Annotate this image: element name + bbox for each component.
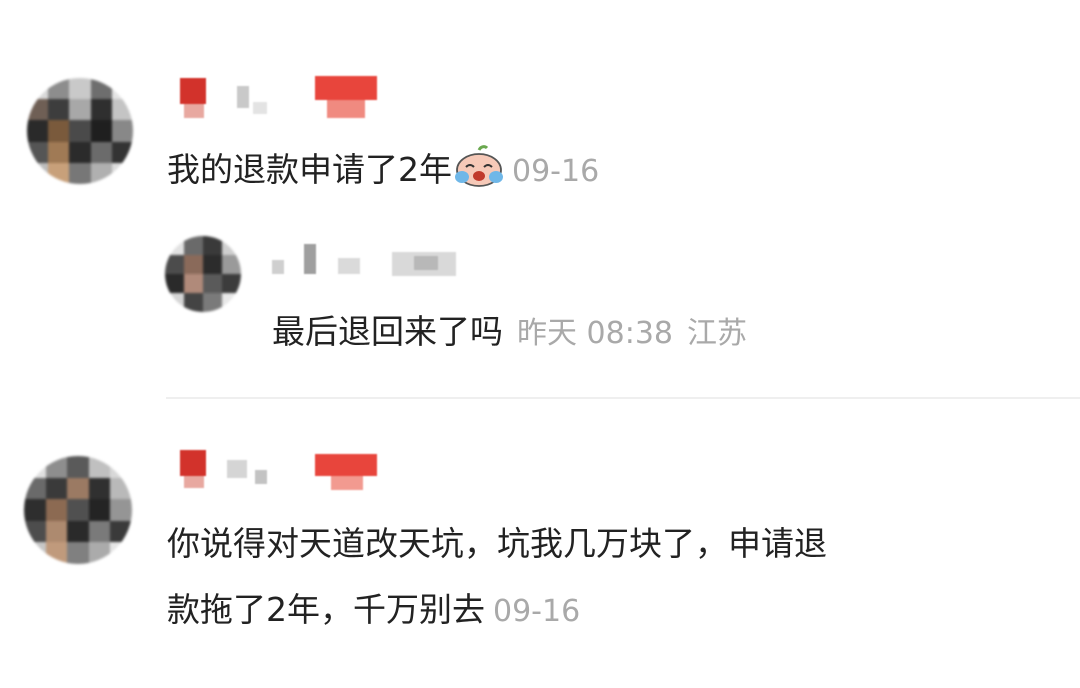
comment-2-date: 09-16 — [493, 594, 581, 629]
replier-name-redacted[interactable] — [268, 244, 468, 288]
commenter-2-avatar[interactable] — [24, 456, 132, 564]
commenter-1-name-redacted[interactable] — [175, 76, 385, 120]
crying-face-emoji-icon — [455, 145, 503, 187]
comment-1-body: 我的退款申请了2年 09-16 — [167, 140, 599, 202]
comment-divider — [166, 397, 1080, 399]
commenter-2-name-redacted[interactable] — [175, 448, 385, 492]
comment-2-line-2: 款拖了2年，千万别去 — [167, 590, 485, 629]
reply-location: 江苏 — [687, 316, 747, 351]
commenter-1-avatar[interactable] — [27, 78, 133, 184]
reply-text: 最后退回来了吗 — [272, 312, 503, 351]
comment-2-line-1: 你说得对天道改天坑，坑我几万块了，申请退 — [167, 524, 827, 563]
replier-avatar[interactable] — [165, 236, 241, 312]
reply-timestamp: 昨天 08:38 — [517, 316, 673, 351]
comment-1-text: 我的退款申请了2年 — [167, 150, 452, 189]
comment-2-line-2-row: 款拖了2年，千万别去 09-16 — [167, 580, 580, 642]
reply-body: 最后退回来了吗 昨天 08:38 江苏 — [272, 302, 747, 364]
comment-1-date: 09-16 — [512, 154, 600, 189]
